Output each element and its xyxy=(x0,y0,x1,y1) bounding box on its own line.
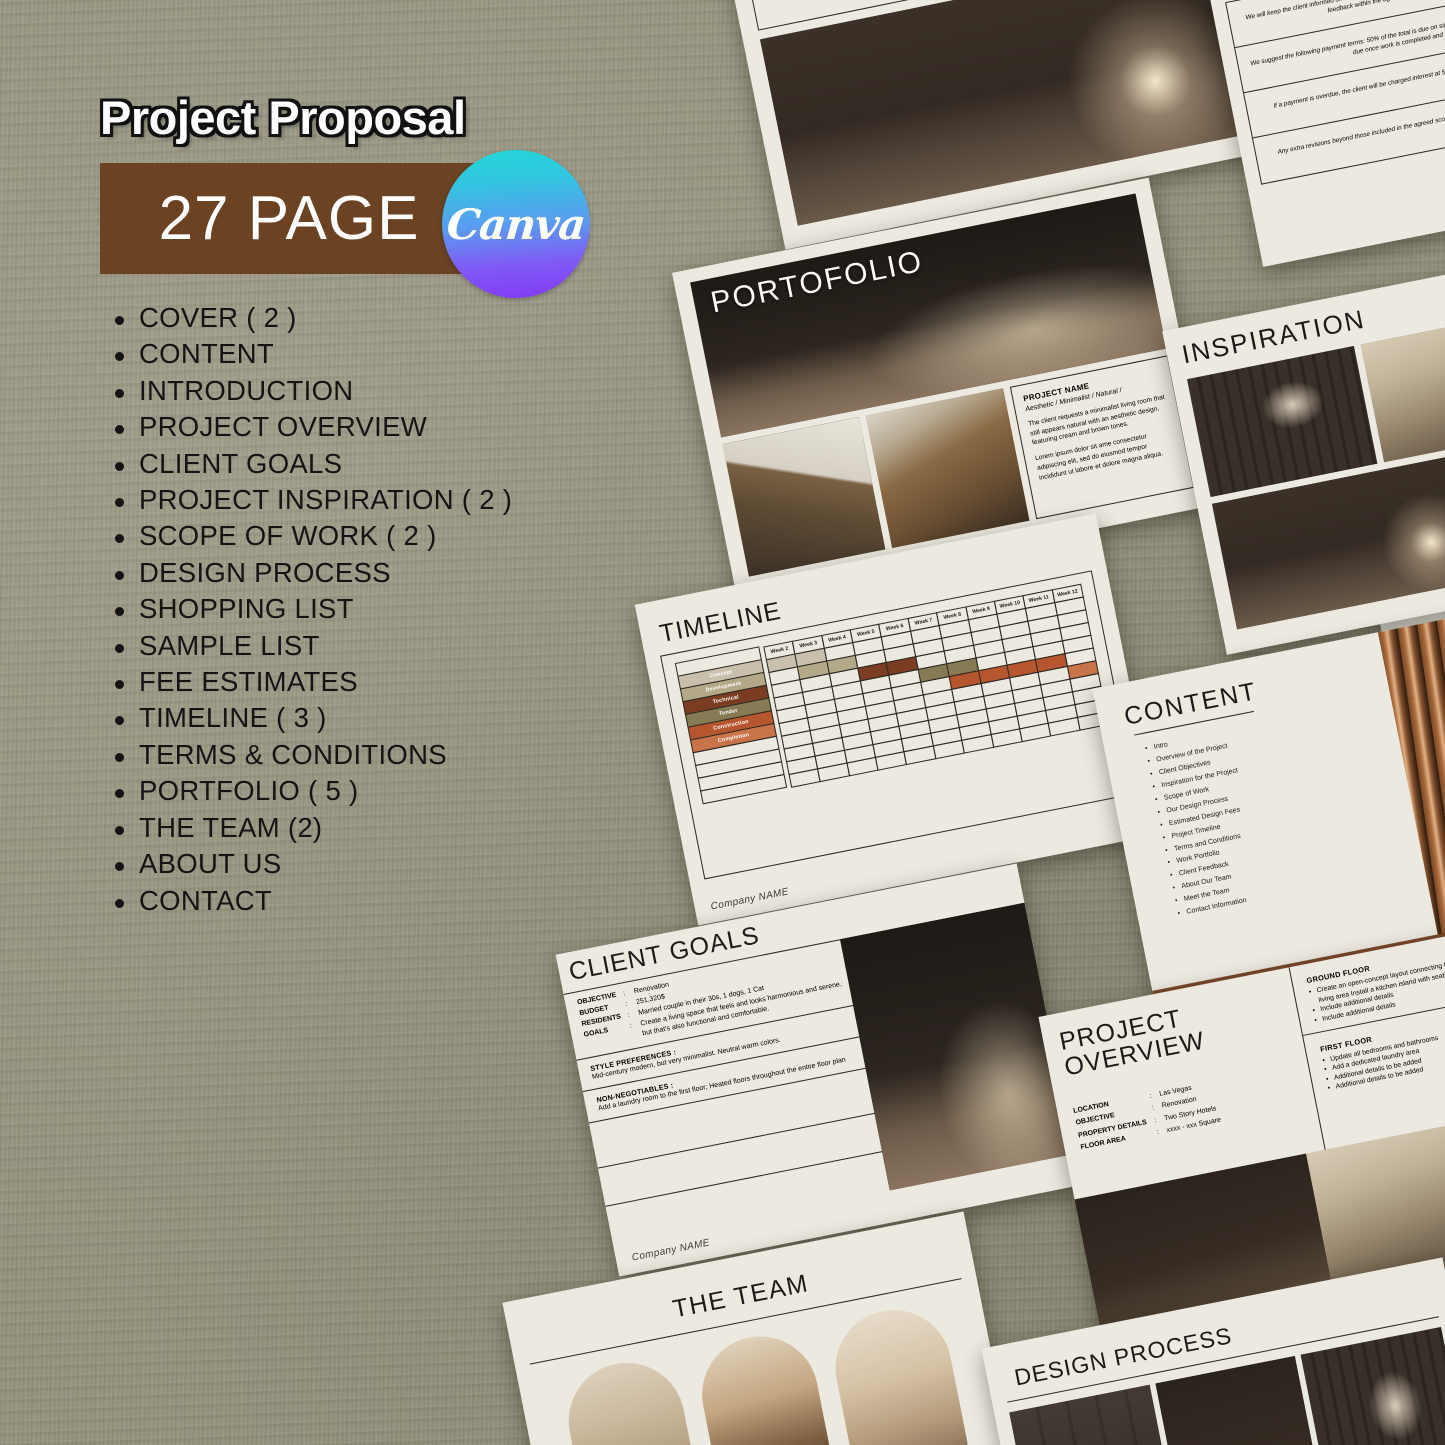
team-member-portrait xyxy=(825,1300,969,1445)
feature-list-item: ABOUT US xyxy=(108,846,512,882)
feature-list-item: CONTACT xyxy=(108,883,512,919)
overview-keyvalues: LOCATION OBJECTIVE PROPERTY DETAILS FLOO… xyxy=(1072,1061,1310,1154)
feature-list-item: THE TEAM (2) xyxy=(108,810,512,846)
portfolio-title: PORTOFOLIO xyxy=(707,244,926,320)
feature-list-item: CONTENT xyxy=(108,336,512,372)
colon: : xyxy=(1156,1128,1160,1136)
design-process-image xyxy=(1301,1327,1445,1445)
gantt-body xyxy=(765,596,1110,789)
feature-list-item: COVER ( 2 ) xyxy=(108,300,512,336)
overview-keys: LOCATION OBJECTIVE PROPERTY DETAILS FLOO… xyxy=(1072,1093,1150,1155)
portfolio-thumb-image xyxy=(865,387,1030,548)
terms-table: COMMUNICATION We will keep the client in… xyxy=(1225,0,1445,185)
portfolio-thumb-image xyxy=(722,416,886,577)
canva-wordmark: Canva xyxy=(444,199,588,249)
feature-list-item: PROJECT OVERVIEW xyxy=(108,409,512,445)
colon: : xyxy=(1151,1104,1155,1112)
slide-portfolio[interactable]: PORTOFOLIO PROJECT NAME Aesthetic / Mini… xyxy=(671,177,1215,601)
colon: : xyxy=(1149,1092,1153,1100)
page-count-badge: 27 PAGE Canva xyxy=(100,150,620,298)
feature-list-item: INTRODUCTION xyxy=(108,373,512,409)
brand-footer: Company NAME xyxy=(709,885,790,913)
slide-timeline[interactable]: TIMELINE Concept Development Technical T… xyxy=(634,513,1160,926)
feature-list-item: TERMS & CONDITIONS xyxy=(108,737,512,773)
content-item-list: IntroOverview of the ProjectClient Objec… xyxy=(1130,697,1415,924)
team-member-portrait xyxy=(692,1326,835,1445)
feature-list-item: CLIENT GOALS xyxy=(108,446,512,482)
feature-list: COVER ( 2 ) CONTENT INTRODUCTION PROJECT OV… xyxy=(108,300,512,919)
overview-values: Las Vegas Renovation Two Story Hotels xx… xyxy=(1158,1078,1222,1137)
feature-list-item: SAMPLE LIST xyxy=(108,628,512,664)
colon: : xyxy=(1153,1116,1158,1124)
canva-logo-icon: Canva xyxy=(442,150,590,298)
project-overview-title: PROJECT OVERVIEW xyxy=(1057,984,1296,1082)
slide-terms-and-conditions[interactable]: TEMS & CONDITIONS COMMUNICATION We will … xyxy=(1201,0,1445,267)
page-title: Project Proposal xyxy=(100,91,466,144)
feature-list-item: DESIGN PROCESS xyxy=(108,555,512,591)
overview-colons: : : : : xyxy=(1149,1091,1160,1139)
feature-list-item: PORTFOLIO ( 5 ) xyxy=(108,773,512,809)
feature-list-item: TIMELINE ( 3 ) xyxy=(108,700,512,736)
scope-hero-image xyxy=(760,0,1287,226)
inspiration-image xyxy=(1187,346,1378,498)
badge-count-label: 27 PAGE xyxy=(158,184,420,253)
feature-list-item: PROJECT INSPIRATION ( 2 ) xyxy=(108,482,512,518)
left-info-panel: Project Proposal 27 PAGE Canva COVER ( 2… xyxy=(0,0,660,1445)
feature-list-item: FEE ESTIMATES xyxy=(108,664,512,700)
feature-list-item: SHOPPING LIST xyxy=(108,591,512,627)
feature-list-item: SCOPE OF WORK ( 2 ) xyxy=(108,518,512,554)
portfolio-project-note: PROJECT NAME Aesthetic / Minimalist / Na… xyxy=(1009,354,1195,519)
slide-inspiration[interactable]: INSPIRATION xyxy=(1162,239,1445,655)
